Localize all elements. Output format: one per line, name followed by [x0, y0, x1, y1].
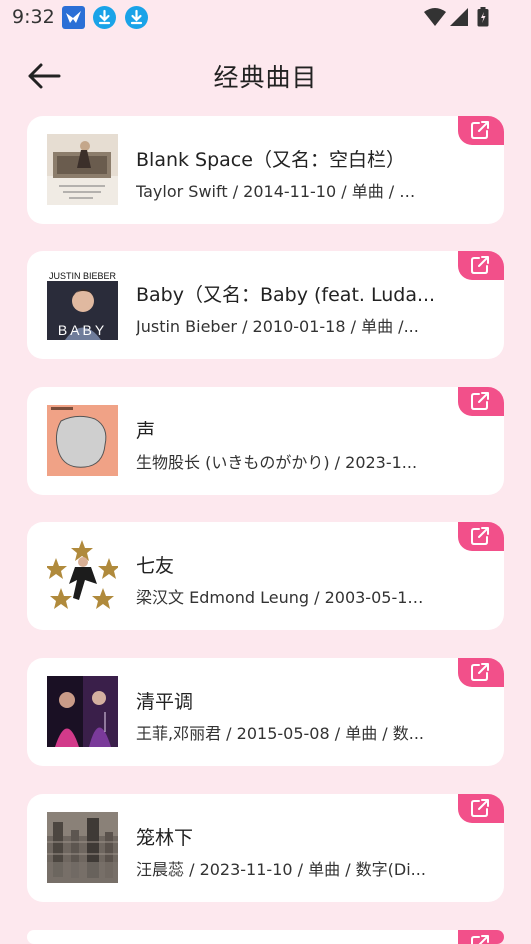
share-button[interactable] — [458, 251, 504, 280]
battery-icon — [477, 7, 489, 31]
external-link-icon — [471, 799, 489, 817]
share-button[interactable] — [458, 930, 504, 944]
album-cover — [47, 134, 118, 205]
song-meta: 王菲,邓丽君 / 2015-05-08 / 单曲 / 数... — [136, 724, 425, 743]
status-time: 9:32 — [12, 6, 55, 28]
song-meta: 生物股长 (いきものがかり) / 2023-1... — [136, 453, 418, 472]
album-cover — [47, 676, 118, 747]
app-notification-icon — [62, 6, 85, 29]
external-link-icon — [471, 256, 489, 274]
song-meta: Justin Bieber / 2010-01-18 / 单曲 /... — [136, 317, 419, 336]
download-icon — [125, 6, 148, 29]
song-card[interactable] — [27, 930, 504, 944]
cover-text: JUSTIN BIEBER — [49, 271, 117, 281]
external-link-icon — [471, 527, 489, 545]
download-icon — [93, 6, 116, 29]
song-title: Baby（又名：Baby (feat. Luda... — [136, 284, 436, 306]
song-title: 声 — [136, 420, 156, 442]
cover-text: BABY — [58, 322, 107, 338]
app-header: 经典曲目 — [0, 44, 531, 108]
song-card[interactable]: Blank Space（又名：空白栏） Taylor Swift / 2014-… — [27, 116, 504, 224]
share-button[interactable] — [458, 794, 504, 823]
song-meta: 梁汉文 Edmond Leung / 2003-05-16... — [136, 588, 426, 607]
song-card[interactable]: 七友 梁汉文 Edmond Leung / 2003-05-16... — [27, 522, 504, 630]
signal-icon — [449, 7, 469, 31]
song-card[interactable]: 笼林下 汪晨蕊 / 2023-11-10 / 单曲 / 数字(Di... — [27, 794, 504, 902]
external-link-icon — [471, 392, 489, 410]
song-card[interactable]: JUSTIN BIEBER BABY Baby（又名：Baby (feat. L… — [27, 251, 504, 359]
share-button[interactable] — [458, 522, 504, 551]
song-card[interactable]: 清平调 王菲,邓丽君 / 2015-05-08 / 单曲 / 数... — [27, 658, 504, 766]
page-title: 经典曲目 — [213, 63, 318, 92]
external-link-icon — [471, 663, 489, 681]
song-title: 七友 — [136, 555, 175, 577]
song-card[interactable]: 声 生物股长 (いきものがかり) / 2023-1... — [27, 387, 504, 495]
external-link-icon — [471, 121, 489, 139]
wifi-icon — [423, 7, 447, 31]
song-meta: 汪晨蕊 / 2023-11-10 / 单曲 / 数字(Di... — [136, 860, 426, 879]
song-title: 清平调 — [136, 691, 194, 713]
status-bar: 9:32 — [0, 0, 531, 36]
song-meta: Taylor Swift / 2014-11-10 / 单曲 / 数... — [136, 182, 426, 201]
album-cover — [47, 812, 118, 883]
share-button[interactable] — [458, 658, 504, 687]
song-title: 笼林下 — [136, 827, 194, 849]
album-cover — [47, 540, 118, 611]
share-button[interactable] — [458, 116, 504, 145]
song-title: Blank Space（又名：空白栏） — [136, 149, 405, 171]
album-cover — [47, 405, 118, 476]
album-cover: JUSTIN BIEBER BABY — [47, 269, 118, 340]
external-link-icon — [471, 935, 489, 944]
share-button[interactable] — [458, 387, 504, 416]
